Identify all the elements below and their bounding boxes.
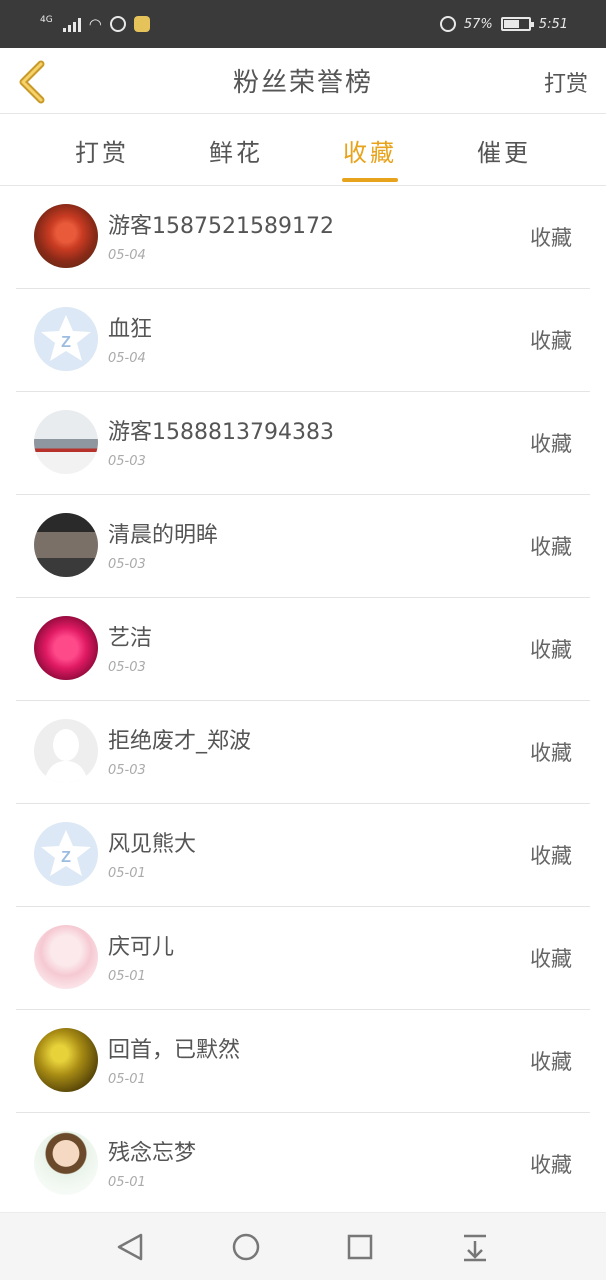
chevron-left-icon	[19, 60, 45, 104]
fan-name: 血狂	[108, 317, 153, 342]
active-tab-indicator	[342, 178, 398, 182]
list-item[interactable]: 艺洁 05-03 收藏	[0, 598, 606, 701]
list-item[interactable]: Z 血狂 05-04 收藏	[0, 289, 606, 392]
fan-action: 收藏	[530, 1050, 572, 1074]
svg-text:Z: Z	[61, 849, 71, 866]
tab-label: 打赏	[75, 138, 129, 167]
fan-name: 游客1587521589172	[108, 214, 334, 239]
list-item[interactable]: 回首，已默然 05-01 收藏	[0, 1010, 606, 1113]
fan-name: 拒绝废才_郑波	[108, 729, 252, 754]
avatar	[34, 204, 98, 268]
tab-bar: 打赏 鲜花 收藏 催更	[0, 114, 606, 186]
avatar	[34, 719, 98, 783]
alarm-icon	[439, 16, 456, 32]
list-item[interactable]: 游客1587521589172 05-04 收藏	[0, 186, 606, 289]
tab-collect[interactable]: 收藏	[310, 114, 430, 186]
battery-percent: 57%	[463, 16, 493, 32]
list-item[interactable]: Z 风见熊大 05-01 收藏	[0, 804, 606, 907]
app-notification-icon	[133, 16, 150, 32]
tab-label: 鲜花	[209, 138, 263, 167]
signal-icon	[62, 16, 81, 32]
svg-text:Z: Z	[61, 334, 71, 351]
notification-pull-icon[interactable]	[457, 1231, 493, 1263]
battery-icon	[500, 17, 534, 31]
fan-name: 清晨的明眸	[108, 523, 219, 548]
list-item[interactable]: 拒绝废才_郑波 05-03 收藏	[0, 701, 606, 804]
battery-fill	[503, 20, 519, 28]
fan-date: 05-04	[108, 351, 146, 366]
back-triangle-icon[interactable]	[113, 1231, 149, 1263]
avatar	[34, 513, 98, 577]
fan-action: 收藏	[530, 535, 572, 559]
fan-action: 收藏	[530, 844, 572, 868]
avatar	[34, 410, 98, 474]
system-nav-bar	[0, 1212, 606, 1280]
recents-square-icon[interactable]	[342, 1231, 378, 1263]
list-item[interactable]: 残念忘梦 05-01 收藏	[0, 1113, 606, 1216]
fan-date: 05-01	[108, 1072, 146, 1087]
network-type: 4G	[40, 15, 53, 25]
avatar	[34, 616, 98, 680]
fan-date: 05-01	[108, 969, 146, 984]
tab-urge[interactable]: 催更	[444, 114, 564, 186]
tab-label: 催更	[477, 138, 531, 167]
fan-action: 收藏	[530, 432, 572, 456]
reward-button[interactable]: 打赏	[544, 66, 588, 98]
fan-name: 残念忘梦	[108, 1141, 197, 1166]
fan-name: 艺洁	[108, 626, 153, 651]
tab-flowers[interactable]: 鲜花	[176, 114, 296, 186]
status-right: 57% 5:51	[439, 16, 568, 32]
home-circle-icon[interactable]	[228, 1231, 264, 1263]
status-left: 4G ◠	[40, 15, 150, 33]
avatar	[34, 1028, 98, 1092]
page-title: 粉丝荣誉榜	[232, 68, 373, 98]
fan-action: 收藏	[530, 226, 572, 250]
fan-name: 庆可儿	[108, 935, 175, 960]
avatar	[34, 1131, 98, 1195]
fan-name: 游客1588813794383	[108, 420, 334, 445]
fan-action: 收藏	[530, 741, 572, 765]
fan-list: 游客1587521589172 05-04 收藏 Z 血狂 05-04 收藏 游…	[0, 186, 606, 1216]
fan-date: 05-03	[108, 763, 146, 778]
tab-label: 收藏	[343, 138, 397, 167]
app-header: 粉丝荣誉榜 打赏	[0, 48, 606, 114]
list-item[interactable]: 庆可儿 05-01 收藏	[0, 907, 606, 1010]
fan-action: 收藏	[530, 329, 572, 353]
fan-action: 收藏	[530, 1153, 572, 1177]
fan-date: 05-01	[108, 1175, 146, 1190]
list-item[interactable]: 清晨的明眸 05-03 收藏	[0, 495, 606, 598]
tab-reward[interactable]: 打赏	[42, 114, 162, 186]
fan-date: 05-01	[108, 866, 146, 881]
fan-name: 风见熊大	[108, 832, 197, 857]
clock: 5:51	[538, 16, 568, 32]
fan-action: 收藏	[530, 638, 572, 662]
fan-name: 回首，已默然	[108, 1038, 241, 1063]
avatar: Z	[34, 822, 98, 886]
wifi-icon: ◠	[88, 15, 102, 33]
fan-date: 05-03	[108, 660, 146, 675]
avatar: Z	[34, 307, 98, 371]
fan-date: 05-03	[108, 454, 146, 469]
globe-icon	[109, 16, 126, 32]
status-bar: 4G ◠ 57% 5:51	[0, 0, 606, 48]
fan-action: 收藏	[530, 947, 572, 971]
fan-date: 05-04	[108, 248, 146, 263]
avatar	[34, 925, 98, 989]
back-button[interactable]	[14, 56, 54, 106]
fan-date: 05-03	[108, 557, 146, 572]
list-item[interactable]: 游客1588813794383 05-03 收藏	[0, 392, 606, 495]
